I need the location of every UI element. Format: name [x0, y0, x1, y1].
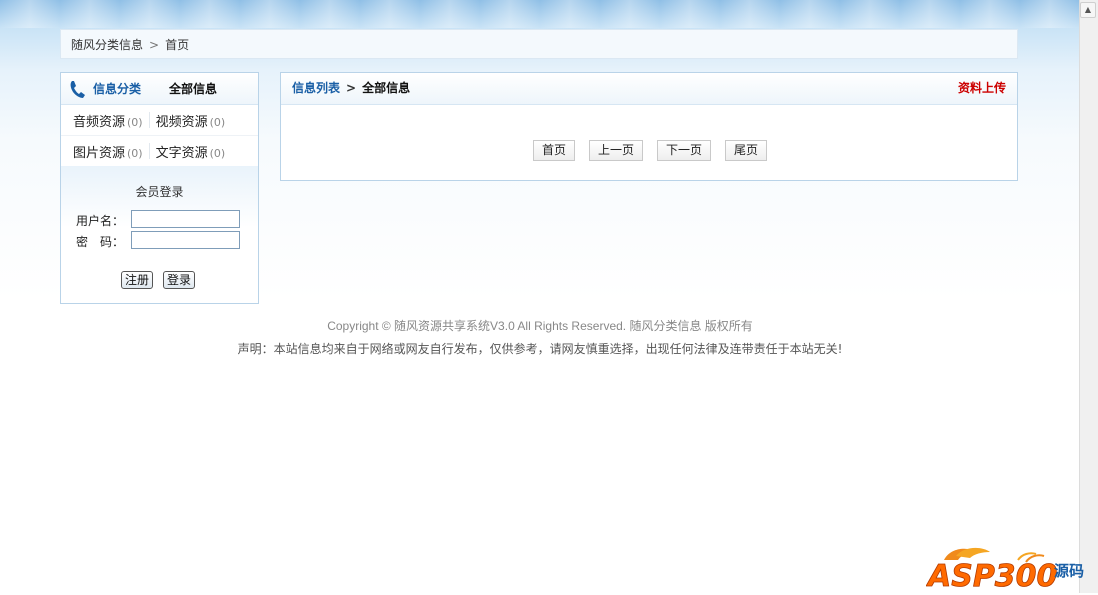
- category-video[interactable]: 视频资源 (0): [156, 111, 226, 130]
- all-info-link[interactable]: 全部信息: [169, 80, 217, 97]
- category-count: (0): [127, 115, 143, 129]
- info-list-header: 信息列表 > 全部信息 资料上传: [281, 73, 1017, 105]
- current-category-label: 全部信息: [362, 81, 411, 95]
- breadcrumb: 随风分类信息 > 首页: [60, 29, 1018, 59]
- login-title: 会员登录: [135, 185, 184, 199]
- category-text[interactable]: 文字资源 (0): [156, 142, 226, 161]
- category-image[interactable]: 图片资源 (0): [73, 142, 143, 161]
- category-count: (0): [127, 146, 143, 160]
- vertical-scrollbar[interactable]: ▲: [1079, 0, 1098, 593]
- category-count: (0): [209, 146, 226, 160]
- breadcrumb-site-link[interactable]: 随风分类信息: [71, 38, 143, 52]
- register-button[interactable]: 注册: [121, 271, 154, 289]
- upload-link[interactable]: 资料上传: [958, 73, 1006, 104]
- category-panel: 信息分类 全部信息 音频资源 (0) 视频资源 (0) 图片资源 (0) 文字资源 (0…: [60, 72, 259, 304]
- chevron-right-icon: >: [346, 81, 357, 95]
- password-label: 密 码：: [76, 235, 125, 249]
- category-label: 文字资源: [155, 145, 208, 161]
- breadcrumb-separator: >: [149, 38, 160, 52]
- username-input[interactable]: [131, 210, 240, 228]
- category-label: 视频资源: [155, 114, 208, 130]
- logo-suffix: 源码: [1054, 562, 1084, 580]
- pager-first-button[interactable]: 首页: [533, 140, 576, 161]
- pager-next-button[interactable]: 下一页: [657, 140, 712, 161]
- category-panel-header: 信息分类 全部信息: [61, 73, 258, 105]
- logo-brand: ASP300: [926, 559, 1057, 592]
- footer-declaration: 声明：本站信息均来自于网络或网友自行发布，仅供参考，请网友慎重选择，出现任何法律…: [237, 342, 843, 356]
- asp300-logo: ASP300 源码: [926, 540, 1092, 594]
- category-divider: [148, 143, 150, 159]
- footer-copyright: Copyright © 随风资源共享系统V3.0 All Rights Rese…: [327, 319, 753, 333]
- category-label: 音频资源: [73, 114, 126, 130]
- scroll-up-arrow-icon[interactable]: ▲: [1080, 2, 1096, 18]
- member-login-box: 会员登录 用户名： 密 码： 注册 登录: [61, 166, 258, 303]
- category-audio[interactable]: 音频资源 (0): [73, 111, 143, 130]
- category-label: 图片资源: [73, 145, 126, 161]
- category-row: 图片资源 (0) 文字资源 (0): [61, 136, 258, 167]
- category-count: (0): [209, 115, 226, 129]
- login-button[interactable]: 登录: [163, 271, 196, 289]
- phone-icon: [67, 78, 89, 100]
- pager-last-button[interactable]: 尾页: [725, 140, 768, 161]
- username-label: 用户名：: [76, 214, 125, 228]
- category-header-label: 信息分类: [93, 82, 142, 96]
- pager-prev-button[interactable]: 上一页: [589, 140, 644, 161]
- info-list-link[interactable]: 信息列表: [292, 81, 340, 95]
- category-divider: [148, 112, 150, 128]
- breadcrumb-current[interactable]: 首页: [165, 38, 189, 52]
- info-list-panel: 信息列表 > 全部信息 资料上传 首页 上一页 下一页 尾页: [280, 72, 1018, 181]
- password-input[interactable]: [131, 231, 240, 249]
- category-row: 音频资源 (0) 视频资源 (0): [61, 105, 258, 136]
